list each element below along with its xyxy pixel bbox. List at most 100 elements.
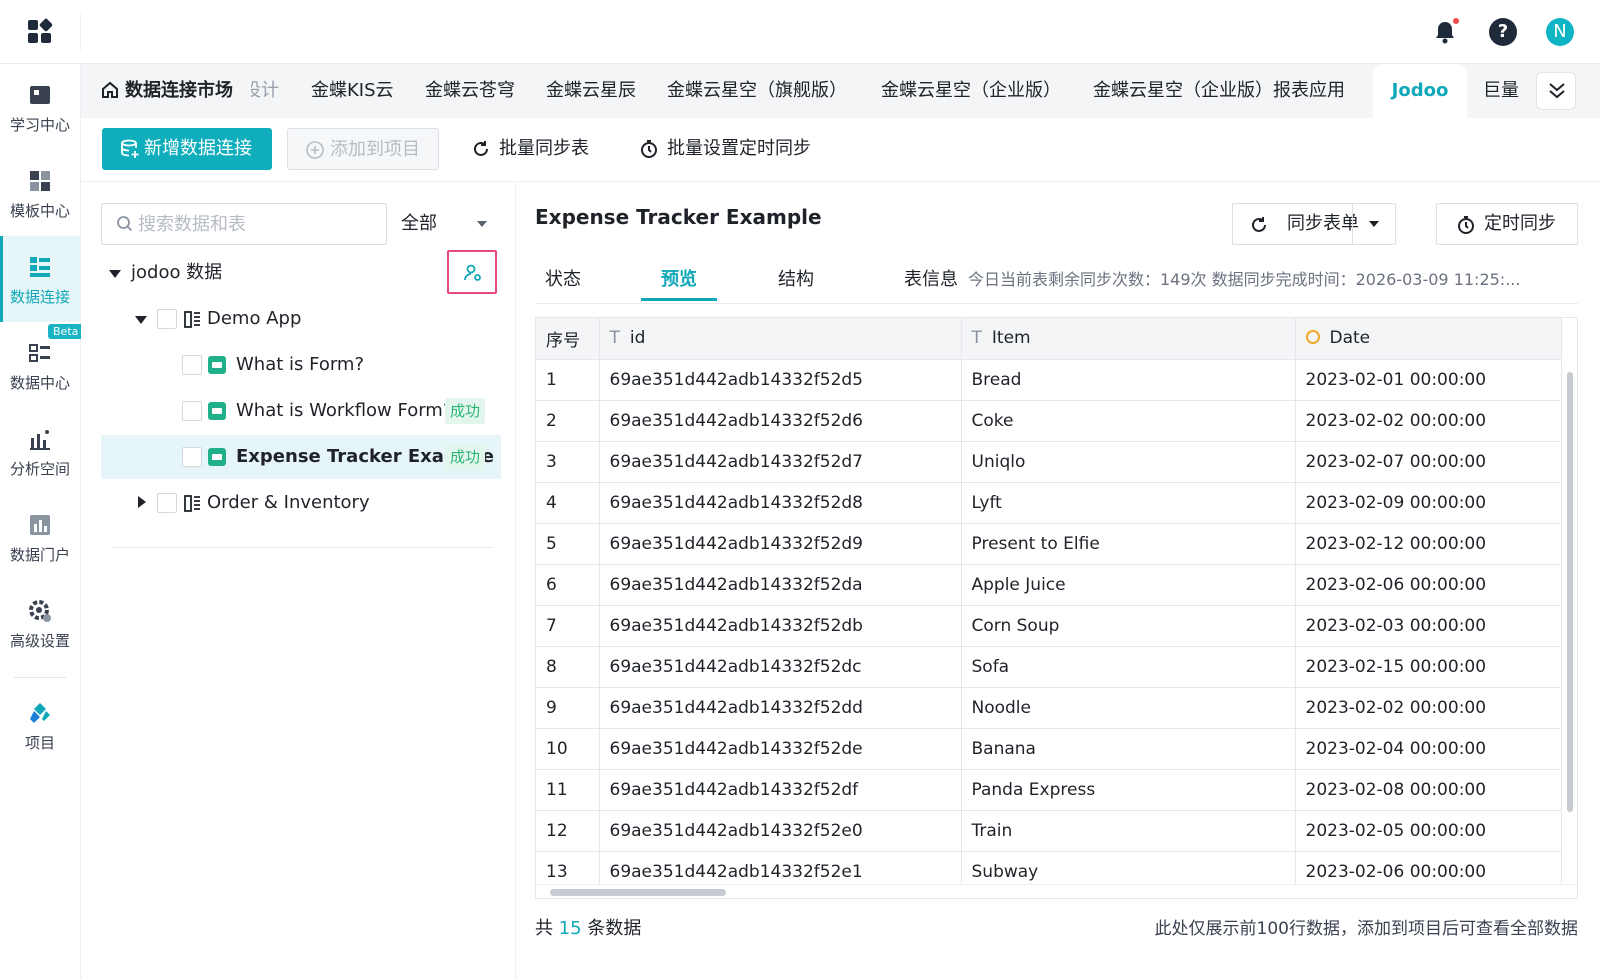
sidebar-item-portal[interactable]: 数据门户 [0,494,80,580]
sync-button-group: 同步表单 [1232,203,1396,245]
tab-xingchen[interactable]: 金蝶云星辰 [546,64,636,118]
tab-design[interactable]: 设计 [251,64,279,118]
table-row[interactable]: 8 69ae351d442adb14332f52dc Sofa 2023-02-15 … [536,646,1562,688]
text-type-icon: T [609,328,620,349]
avatar[interactable]: N [1546,18,1574,46]
sync-form-button[interactable]: 同步表单 [1233,204,1359,244]
tree-node-form[interactable]: What is Form? [101,343,501,387]
table-row[interactable]: 1 69ae351d442adb14332f52d5 Bread 2023-02-01… [536,359,1562,401]
caret-down-icon[interactable] [109,270,121,278]
double-chevron-down-icon [1549,83,1565,99]
table-cell: 2023-02-05 00:00:00 [1295,810,1562,852]
sidebar-item-data-center[interactable]: Beta 数据中心 [0,322,84,408]
timer-sync-button[interactable]: 定时同步 [1436,203,1578,245]
app-grid-icon[interactable] [28,17,54,44]
button-label: 批量设置定时同步 [667,138,811,159]
app-icon [184,495,200,512]
table-row[interactable]: 7 69ae351d442adb14332f52db Corn Soup 2023-0… [536,605,1562,647]
tab-jodoo[interactable]: Jodoo [1373,64,1467,118]
table-cell: 2023-02-07 00:00:00 [1295,441,1562,483]
vertical-scrollbar[interactable] [1563,360,1577,880]
caret-down-icon[interactable] [477,221,487,227]
tree-node-form[interactable]: What is Workflow Form? 成功 [101,389,501,433]
checkbox[interactable] [182,401,202,421]
tab-market-home[interactable]: 数据连接市场 [101,64,233,118]
sidebar-item-data-connection[interactable]: 数据连接 [0,236,80,322]
tab-kis[interactable]: 金蝶KIS云 [311,64,394,118]
table-row[interactable]: 2 69ae351d442adb14332f52d6 Coke 2023-02-02 … [536,400,1562,442]
scrollbar-thumb[interactable] [1567,372,1573,812]
table-row[interactable]: 12 69ae351d442adb14332f52e0 Train 2023-02-0… [536,810,1562,852]
table-cell: Noodle [961,687,1296,729]
table-row[interactable]: 9 69ae351d442adb14332f52dd Noodle 2023-02-0… [536,687,1562,729]
search-input[interactable] [138,204,378,244]
data-center-icon [29,344,50,362]
table-row[interactable]: 3 69ae351d442adb14332f52d7 Uniqlo 2023-02-0… [536,441,1562,483]
sidebar-item-label: 模板中心 [9,202,70,220]
horizontal-scrollbar[interactable] [536,884,1577,898]
table-cell: 2023-02-08 00:00:00 [1295,769,1562,811]
batch-sync-button[interactable]: 批量同步表 [471,128,589,170]
table-cell: 69ae351d442adb14332f52d7 [599,441,962,483]
timer-icon [641,140,657,158]
tree-node-form-selected[interactable]: Expense Tracker Example 成功 [101,435,501,479]
user-settings-button[interactable] [447,250,497,294]
table-cell: 7 [536,605,600,647]
preview-table: 序号 Tid T Item Date 1 69ae351d442adb14332f5… [535,317,1578,899]
tab-structure[interactable]: 结构 [778,259,814,301]
tab-status[interactable]: 状态 [545,259,581,301]
sync-dropdown-button[interactable] [1352,204,1395,244]
new-connection-button[interactable]: 新增数据连接 [102,128,272,170]
tab-more-button[interactable] [1536,72,1576,110]
table-row[interactable]: 5 69ae351d442adb14332f52d9 Present to Elfi… [536,523,1562,565]
tab-label: 设计 [251,80,279,101]
refresh-icon [474,141,488,156]
form-icon [208,448,226,466]
caret-right-icon[interactable] [138,496,146,508]
tree-panel: 全部 jodoo 数据 Demo App What is Form? What … [81,183,516,979]
checkbox[interactable] [157,493,177,513]
tab-cangqiong[interactable]: 金蝶云苍穹 [425,64,515,118]
tab-xingkong-flagship[interactable]: 金蝶云星空（旗舰版） [667,64,847,118]
tree-node-app[interactable]: Demo App [101,297,501,341]
table-cell: 9 [536,687,600,729]
table-row[interactable]: 6 69ae351d442adb14332f52da Apple Juice 2023… [536,564,1562,606]
tree-node-root[interactable]: jodoo 数据 [101,251,501,295]
checkbox[interactable] [157,309,177,329]
tab-xingkong-report[interactable]: 金蝶云星空（企业版）报表应用 [1093,64,1345,118]
sidebar-item-analysis[interactable]: 分析空间 [0,408,80,494]
column-header: Date [1295,318,1562,360]
table-header-row: 序号 Tid T Item Date [536,318,1562,360]
table-cell: 2023-02-15 00:00:00 [1295,646,1562,688]
batch-timer-button[interactable]: 批量设置定时同步 [639,128,811,170]
preview-note: 此处仅展示前100行数据，添加到项目后可查看全部数据 [1154,919,1578,939]
table-cell: 2023-02-09 00:00:00 [1295,482,1562,524]
checkbox[interactable] [182,355,202,375]
table-cell: 2023-02-03 00:00:00 [1295,605,1562,647]
help-icon[interactable]: ? [1489,18,1517,46]
bell-icon[interactable] [1431,18,1459,46]
sidebar-divider [14,677,66,678]
tab-juliang[interactable]: 巨量 [1483,64,1519,118]
tree-node-app[interactable]: Order & Inventory [101,481,501,525]
caret-down-icon[interactable] [135,316,147,324]
top-bar: ? N [0,0,1600,64]
beta-badge: Beta [48,324,84,339]
sidebar-item-templates[interactable]: 模板中心 [0,150,80,236]
column-header: Tid [599,318,962,360]
tab-xingkong-enterprise[interactable]: 金蝶云星空（企业版） [881,64,1061,118]
scrollbar-thumb[interactable] [550,889,726,896]
checkbox[interactable] [182,447,202,467]
sidebar-item-advanced-settings[interactable]: 高级设置 [0,580,80,666]
gear-icon [29,600,51,622]
sidebar-item-learning[interactable]: 学习中心 [0,64,80,150]
table-row[interactable]: 10 69ae351d442adb14332f52de Banana 2023-02-… [536,728,1562,770]
add-to-project-button[interactable]: 添加到项目 [287,128,439,170]
table-row[interactable]: 4 69ae351d442adb14332f52d8 Lyft 2023-02-09 … [536,482,1562,524]
table-row[interactable]: 11 69ae351d442adb14332f52df Panda Express 2… [536,769,1562,811]
tab-preview[interactable]: 预览 [641,259,717,301]
table-cell: 12 [536,810,600,852]
sidebar-item-project[interactable]: 项目 [0,682,80,768]
table-cell: 2023-02-02 00:00:00 [1295,400,1562,442]
table-cell: 2 [536,400,600,442]
